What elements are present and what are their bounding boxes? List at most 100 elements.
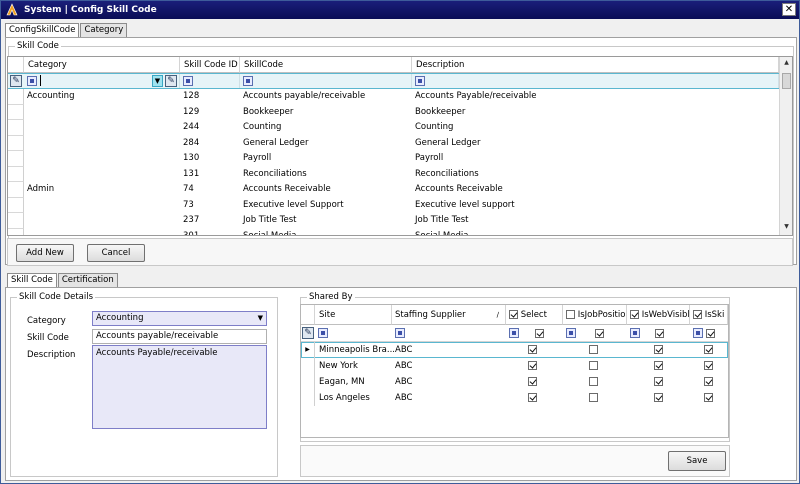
column-header-description[interactable]: Description <box>412 57 779 73</box>
select-checkbox[interactable] <box>528 393 537 402</box>
table-row[interactable]: 130 Payroll Payroll <box>8 151 779 167</box>
table-row[interactable]: 131 Reconciliations Reconciliations <box>8 166 779 182</box>
table-row[interactable]: Admin 74 Accounts Receivable Accounts Recei… <box>8 182 779 198</box>
save-button[interactable]: Save <box>668 451 726 471</box>
filter-operator-icon[interactable] <box>27 76 37 86</box>
isski-all-checkbox[interactable] <box>693 310 702 319</box>
filter-operator-icon[interactable] <box>509 328 519 338</box>
job-checkbox[interactable] <box>589 345 598 354</box>
category-select[interactable]: Accounting ▼ <box>92 311 267 326</box>
column-header-staffing-supplier[interactable]: Staffing Supplier ∕ <box>392 305 506 325</box>
table-row[interactable]: 129 Bookkeeper Bookkeeper <box>8 104 779 120</box>
filter-cell-skillcode[interactable] <box>240 74 412 88</box>
ski-checkbox[interactable] <box>704 361 713 370</box>
row-header-corner <box>301 305 315 325</box>
row-selector[interactable] <box>8 104 24 120</box>
edit-icon[interactable]: ✎ <box>302 327 314 339</box>
skill-code-field[interactable]: Accounts payable/receivable <box>92 329 267 344</box>
table-row[interactable]: 284 General Ledger General Ledger <box>8 135 779 151</box>
column-header-category[interactable]: Category <box>24 57 180 73</box>
table-row[interactable]: ▶ Minneapolis Bra... ABC <box>301 342 728 358</box>
row-selector[interactable] <box>8 228 24 235</box>
table-row[interactable]: 73 Executive level Support Executive level… <box>8 197 779 213</box>
category-dropdown-button[interactable]: ▼ <box>152 75 163 87</box>
ski-checkbox[interactable] <box>704 377 713 386</box>
filter-operator-icon[interactable] <box>630 328 640 338</box>
tab-certification[interactable]: Certification <box>57 273 118 287</box>
scroll-down-icon[interactable]: ▼ <box>782 223 791 233</box>
row-selector[interactable] <box>301 358 315 374</box>
column-header-isjobposition[interactable]: IsJobPositio <box>563 305 627 325</box>
filter-cell-description[interactable] <box>412 74 779 88</box>
select-checkbox[interactable] <box>528 377 537 386</box>
column-header-skillcode[interactable]: SkillCode <box>240 57 412 73</box>
filter-cell-skill-code-id[interactable] <box>180 74 240 88</box>
row-selector[interactable] <box>8 120 24 136</box>
table-row[interactable]: New York ABC <box>301 358 728 374</box>
filter-checkbox[interactable] <box>595 329 604 338</box>
job-checkbox[interactable] <box>589 361 598 370</box>
row-selector[interactable] <box>8 89 24 105</box>
select-all-checkbox[interactable] <box>509 310 518 319</box>
row-selector[interactable] <box>8 166 24 182</box>
filter-operator-icon[interactable] <box>566 328 576 338</box>
filter-operator-icon[interactable] <box>415 76 425 86</box>
web-checkbox[interactable] <box>654 377 663 386</box>
cell-desc: Payroll <box>415 153 444 163</box>
row-selector[interactable] <box>301 390 315 406</box>
filter-operator-icon[interactable] <box>318 328 328 338</box>
table-row[interactable]: 301 Social Media Social Media <box>8 228 779 236</box>
filter-operator-icon[interactable] <box>243 76 253 86</box>
add-new-button[interactable]: Add New <box>16 244 74 262</box>
current-row-arrow-icon[interactable]: ▶ <box>301 342 315 358</box>
edit-icon[interactable]: ✎ <box>10 75 22 87</box>
row-selector[interactable] <box>8 182 24 198</box>
table-row[interactable]: 237 Job Title Test Job Title Test <box>8 213 779 229</box>
table-row[interactable]: Los Angeles ABC <box>301 390 728 406</box>
filter-operator-icon[interactable] <box>183 76 193 86</box>
tab-configskillcode[interactable]: ConfigSkillCode <box>5 23 80 38</box>
cancel-button[interactable]: Cancel <box>87 244 145 262</box>
row-selector[interactable] <box>301 374 315 390</box>
ski-checkbox[interactable] <box>704 345 713 354</box>
filter-checkbox[interactable] <box>535 329 544 338</box>
cell-desc: Social Media <box>415 230 469 236</box>
column-header-select[interactable]: Select <box>506 305 563 325</box>
column-header-skill-code-id[interactable]: Skill Code ID <box>180 57 240 73</box>
row-selector[interactable] <box>8 213 24 229</box>
scroll-up-icon[interactable]: ▲ <box>782 59 791 69</box>
column-header-site[interactable]: Site <box>315 305 392 325</box>
chevron-down-icon[interactable]: ▼ <box>258 312 263 325</box>
tab-category[interactable]: Category <box>80 23 128 37</box>
filter-checkbox[interactable] <box>706 329 715 338</box>
job-checkbox[interactable] <box>589 393 598 402</box>
ski-checkbox[interactable] <box>704 393 713 402</box>
column-header-iswebvisible[interactable]: IsWebVisibl <box>627 305 690 325</box>
filter-operator-icon[interactable] <box>693 328 703 338</box>
table-row[interactable]: Accounting 128 Accounts payable/receivable… <box>8 89 779 105</box>
isjobposition-all-checkbox[interactable] <box>566 310 575 319</box>
filter-edit-icon[interactable]: ✎ <box>165 75 177 87</box>
select-checkbox[interactable] <box>528 345 537 354</box>
job-checkbox[interactable] <box>589 377 598 386</box>
filter-operator-icon[interactable] <box>395 328 405 338</box>
column-header-isski[interactable]: IsSki <box>690 305 728 325</box>
select-checkbox[interactable] <box>528 361 537 370</box>
web-checkbox[interactable] <box>654 345 663 354</box>
iswebvisible-all-checkbox[interactable] <box>630 310 639 319</box>
web-checkbox[interactable] <box>654 361 663 370</box>
description-field[interactable]: Accounts Payable/receivable <box>92 345 267 429</box>
row-selector[interactable] <box>8 135 24 151</box>
scroll-thumb[interactable] <box>782 73 791 89</box>
tab-skill-code[interactable]: Skill Code <box>7 273 57 288</box>
row-selector[interactable] <box>8 197 24 213</box>
cell-desc: Counting <box>415 122 454 132</box>
vertical-scrollbar[interactable]: ▲ ▼ <box>779 57 792 235</box>
filter-checkbox[interactable] <box>655 329 664 338</box>
filter-cell-category[interactable]: ▼ ✎ <box>24 74 180 88</box>
close-button[interactable]: ✕ <box>782 3 796 16</box>
table-row[interactable]: Eagan, MN ABC <box>301 374 728 390</box>
table-row[interactable]: 244 Counting Counting <box>8 120 779 136</box>
row-selector[interactable] <box>8 151 24 167</box>
web-checkbox[interactable] <box>654 393 663 402</box>
